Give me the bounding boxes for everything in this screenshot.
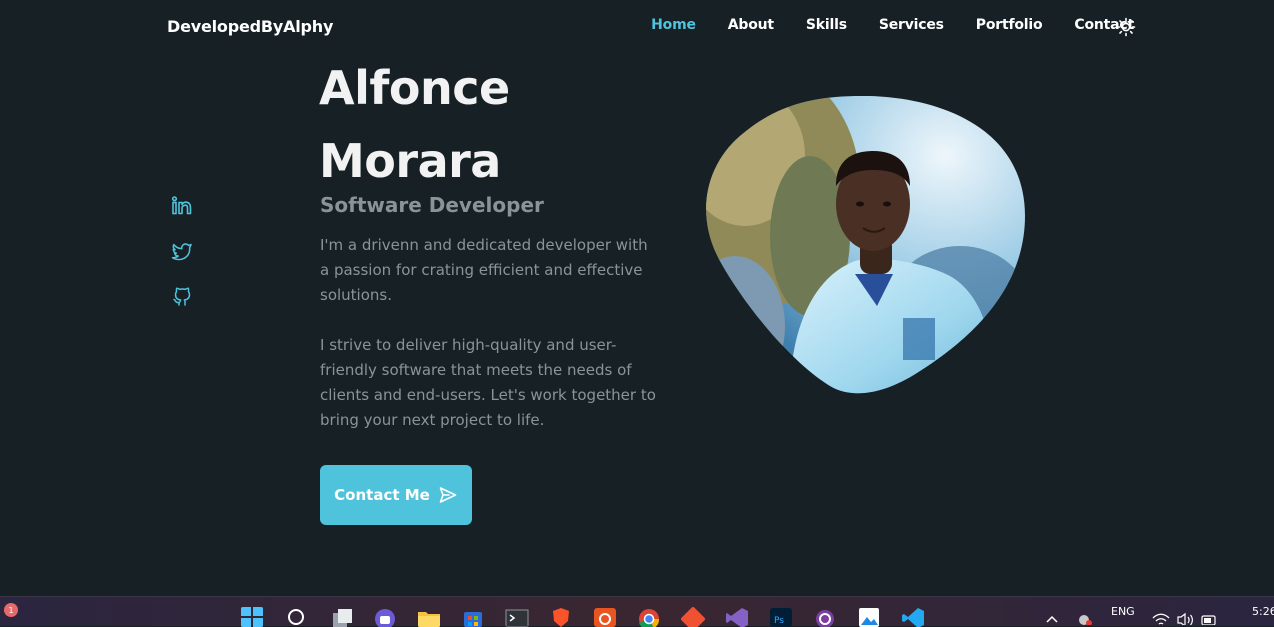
clock[interactable]: 5:26 xyxy=(1252,605,1274,618)
visual-studio-icon[interactable] xyxy=(725,607,749,627)
nav-home[interactable]: Home xyxy=(651,17,696,33)
portfolio-page: DevelopedByAlphy Home About Skills Servi… xyxy=(0,0,1274,596)
linkedin-icon[interactable] xyxy=(171,195,193,217)
battery-icon[interactable] xyxy=(1200,611,1218,625)
photoshop-icon[interactable]: Ps xyxy=(769,607,793,627)
teams-icon[interactable] xyxy=(373,607,397,627)
hero-name-last: Morara xyxy=(319,134,501,188)
notification-badge[interactable]: 1 xyxy=(4,603,18,617)
windows-start-icon[interactable] xyxy=(240,607,264,627)
os-taskbar: 1 Ps ENG 5:26 xyxy=(0,596,1274,627)
git-icon[interactable] xyxy=(681,607,705,627)
nav-about[interactable]: About xyxy=(728,17,774,33)
contact-me-button[interactable]: Contact Me xyxy=(320,465,472,525)
file-explorer-icon[interactable] xyxy=(417,607,441,627)
app-circle-icon[interactable] xyxy=(813,607,837,627)
send-icon xyxy=(439,487,457,503)
nav-portfolio[interactable]: Portfolio xyxy=(976,17,1043,33)
network-warning-icon[interactable] xyxy=(1076,611,1094,625)
contact-me-label: Contact Me xyxy=(334,486,430,504)
sun-icon[interactable] xyxy=(1116,17,1136,37)
search-icon[interactable] xyxy=(285,607,309,627)
main-nav: Home About Skills Services Portfolio Con… xyxy=(619,17,1134,33)
github-icon[interactable] xyxy=(171,285,193,307)
svg-text:Ps: Ps xyxy=(774,616,784,626)
language-indicator[interactable]: ENG xyxy=(1111,605,1135,618)
hero-description: I'm a drivenn and dedicated developer wi… xyxy=(320,233,660,433)
profile-photo xyxy=(706,96,1025,394)
hero-paragraph-2: I strive to deliver high-quality and use… xyxy=(320,336,656,429)
wifi-icon[interactable] xyxy=(1152,611,1170,625)
brand-logo[interactable]: DevelopedByAlphy xyxy=(167,17,333,36)
vscode-icon[interactable] xyxy=(901,607,925,627)
hero-name: Alfonce Morara xyxy=(319,52,510,198)
microsoft-store-icon[interactable] xyxy=(461,607,485,627)
terminal-icon[interactable] xyxy=(505,607,529,627)
photos-icon[interactable] xyxy=(857,607,881,627)
task-view-icon[interactable] xyxy=(330,607,354,627)
ubuntu-icon[interactable] xyxy=(593,607,617,627)
twitter-icon[interactable] xyxy=(171,240,193,262)
nav-services[interactable]: Services xyxy=(879,17,944,33)
hero-name-first: Alfonce xyxy=(319,61,510,115)
hero-role: Software Developer xyxy=(320,193,544,217)
nav-skills[interactable]: Skills xyxy=(806,17,847,33)
social-links xyxy=(171,195,193,330)
chrome-icon[interactable] xyxy=(637,607,661,627)
volume-icon[interactable] xyxy=(1176,611,1194,625)
hero-paragraph-1: I'm a drivenn and dedicated developer wi… xyxy=(320,236,648,304)
brave-browser-icon[interactable] xyxy=(549,607,573,627)
chevron-up-icon[interactable] xyxy=(1044,611,1060,625)
